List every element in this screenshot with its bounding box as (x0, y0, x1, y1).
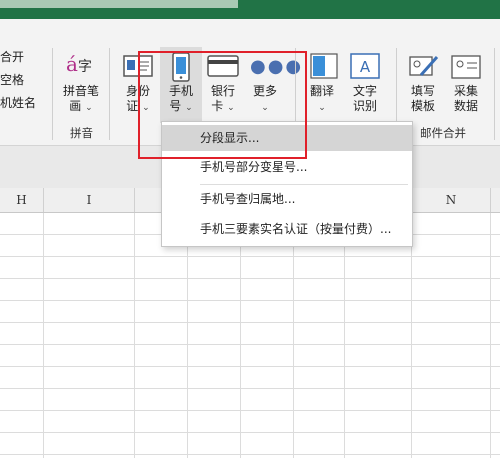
ribbon-left-item-1[interactable]: 合开 (0, 50, 24, 64)
fill-template-icon (409, 56, 439, 76)
group-label-pinyin: 拼音 (70, 126, 93, 140)
collect-data-icon (451, 55, 481, 79)
translate-icon (310, 53, 338, 79)
menu-separator (200, 184, 408, 185)
pinyin-icon: á字 (66, 52, 92, 76)
column-header-n[interactable]: N (412, 188, 491, 212)
menu-item-phone-location[interactable]: 手机号查归属地... (162, 186, 412, 212)
column-header-h[interactable]: H (0, 188, 44, 212)
svg-text:A: A (360, 58, 371, 76)
cell-grid[interactable] (0, 213, 500, 458)
title-bar-tab-area (0, 0, 238, 8)
group-label-mail-merge: 邮件合并 (420, 126, 466, 140)
ribbon-left-item-3[interactable]: 机姓名 (0, 96, 36, 110)
column-header-o[interactable] (491, 188, 500, 212)
menu-item-realname-auth[interactable]: 手机三要素实名认证（按量付费）... (162, 216, 412, 242)
column-header-i[interactable]: I (44, 188, 135, 212)
title-bar (0, 0, 500, 19)
highlight-annotation-box (138, 51, 307, 159)
ribbon-left-item-2[interactable]: 空格 (0, 73, 24, 87)
ocr-icon: A (350, 53, 380, 79)
